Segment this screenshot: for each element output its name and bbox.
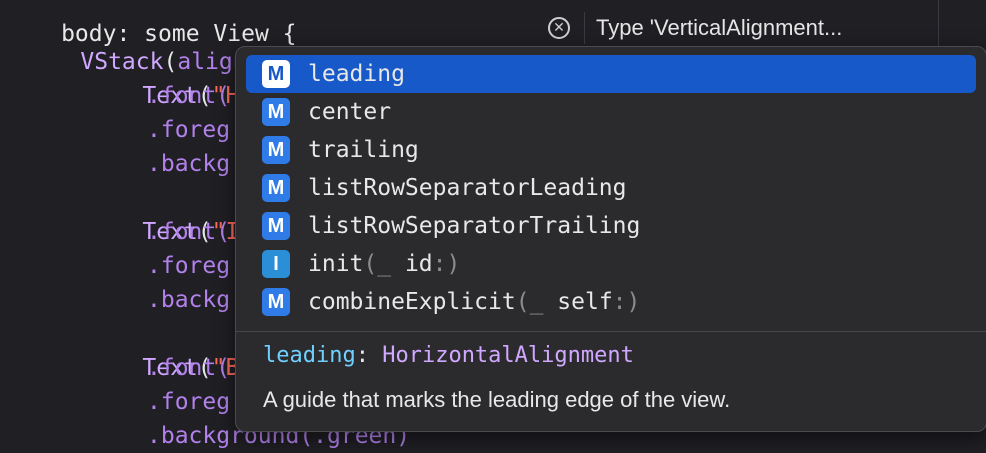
item-name: combineExplicit: [308, 289, 516, 315]
completion-item-init[interactable]: I init(_ id:): [246, 245, 976, 283]
type-hint-text: Type 'VerticalAlignment...: [596, 15, 843, 40]
doc-name: leading: [263, 343, 356, 368]
code-line-modifier: .backg: [147, 147, 230, 181]
item-sig: _: [529, 289, 558, 315]
code-line-vstack: VStack(alignment: ., spacing: 0) {: [25, 11, 555, 76]
code-token: .font(: [147, 83, 231, 109]
code-token: .backg: [147, 287, 231, 313]
clear-circle-icon[interactable]: ✕: [548, 17, 570, 39]
method-badge-icon: M: [262, 174, 290, 202]
method-badge-icon: M: [262, 288, 290, 316]
popup-divider: [236, 331, 986, 332]
initializer-badge-icon: I: [262, 250, 290, 278]
method-badge-icon: M: [262, 98, 290, 126]
hint-divider: [584, 12, 585, 44]
code-line-modifier: .backg: [147, 283, 230, 317]
item-sig: :): [612, 289, 641, 315]
item-sig: :): [432, 251, 461, 277]
code-line-modifier: .foreg: [147, 249, 230, 283]
code-token: .foreg: [147, 253, 231, 279]
doc-signature: leading: HorizontalAlignment: [263, 343, 634, 368]
doc-description: A guide that marks the leading edge of t…: [263, 387, 731, 412]
completion-item-listRowSeparatorTrailing[interactable]: M listRowSeparatorTrailing: [246, 207, 976, 245]
completion-item-combineExplicit[interactable]: M combineExplicit(_ self:): [246, 283, 976, 321]
completion-item-label: center: [308, 99, 392, 125]
hint-glyph: ✕: [553, 20, 565, 36]
method-badge-icon: M: [262, 136, 290, 164]
item-sig: (: [515, 289, 530, 315]
item-name: init: [308, 251, 364, 277]
code-token: .foreg: [147, 117, 231, 143]
completion-item-listRowSeparatorLeading[interactable]: M listRowSeparatorLeading: [246, 169, 976, 207]
code-token: .backg: [147, 151, 231, 177]
item-param: self: [557, 289, 613, 315]
code-line-modifier: .font(: [147, 79, 230, 113]
completion-item-trailing[interactable]: M trailing: [246, 131, 976, 169]
item-sig: (: [363, 251, 378, 277]
type-hint[interactable]: ✕ Type 'VerticalAlignment...: [548, 12, 842, 44]
code-token: .font(: [147, 219, 231, 245]
completion-item-label: listRowSeparatorLeading: [308, 175, 627, 201]
completion-item-label: trailing: [308, 137, 419, 163]
code-completion-popup[interactable]: M leading M center M trailing M listRowS…: [235, 46, 986, 432]
code-token: .foreg: [147, 389, 231, 415]
item-param: id: [404, 251, 433, 277]
doc-colon: :: [355, 343, 383, 368]
editor-divider: [938, 0, 939, 46]
completion-item-leading[interactable]: M leading: [246, 55, 976, 93]
completion-item-center[interactable]: M center: [246, 93, 976, 131]
code-line-modifier: .font(: [147, 215, 230, 249]
completion-item-label: listRowSeparatorTrailing: [308, 213, 641, 239]
code-line-modifier: .foreg: [147, 113, 230, 147]
completion-item-label: combineExplicit(_ self:): [308, 289, 640, 315]
code-line-modifier: .font(: [147, 351, 230, 385]
doc-type: HorizontalAlignment: [382, 343, 634, 368]
code-token: .font(: [147, 355, 231, 381]
item-sig: _: [377, 251, 405, 277]
completion-item-label: leading: [308, 61, 405, 87]
code-line-modifier: .foreg: [147, 385, 230, 419]
completion-item-label: init(_ id:): [308, 251, 460, 277]
method-badge-icon: M: [262, 212, 290, 240]
method-badge-icon: M: [262, 60, 290, 88]
completion-list[interactable]: M leading M center M trailing M listRowS…: [236, 55, 986, 321]
